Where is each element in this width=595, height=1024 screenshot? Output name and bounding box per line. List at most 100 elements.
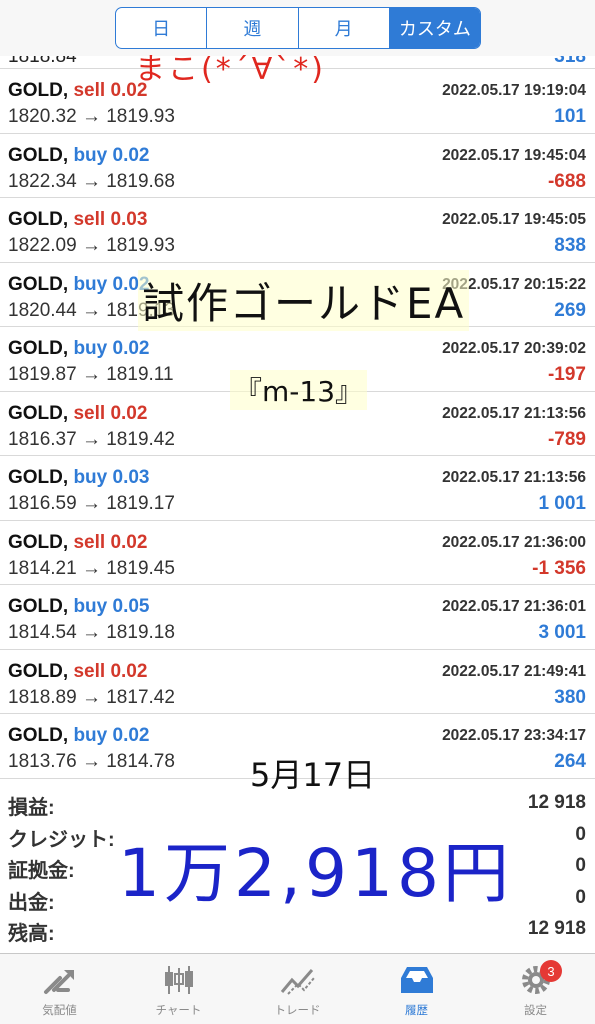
list-item[interactable]: GOLD, buy 0.05 1814.54 → 1819.18 2022.05.1… <box>0 585 595 650</box>
trade-profit: 380 <box>554 686 586 708</box>
trade-lots: 0.02 <box>112 725 150 746</box>
trade-symbol: GOLD, <box>8 531 69 553</box>
summary-row: 出金: 0 <box>0 882 595 914</box>
list-item[interactable]: GOLD, sell 0.02 1816.37 → 1819.42 2022.05.… <box>0 392 595 456</box>
trade-lots: 0.02 <box>110 402 148 424</box>
trade-lots: 0.02 <box>112 338 150 359</box>
trade-profit: -197 <box>547 364 586 385</box>
list-item[interactable]: GOLD, buy 0.03 1816.59 → 1819.17 2022.05.1… <box>0 456 595 521</box>
trade-time: 2022.05.17 21:13:56 <box>442 469 586 486</box>
tab-trade-label: トレード <box>274 1005 321 1017</box>
summary-label: 残高: <box>8 923 55 945</box>
period-segmented-control: 日週月カスタム <box>115 7 481 49</box>
history-list[interactable]: 1818.84 318 GOLD, sell 0.02 1820.32 → 181… <box>0 56 595 779</box>
summary-row: 損益: 12 918 <box>0 787 595 819</box>
segment-tab-3[interactable]: カスタム <box>389 8 480 48</box>
list-item[interactable]: GOLD, sell 0.02 1818.89 → 1817.42 2022.05.… <box>0 650 595 714</box>
trade-prices: 1819.87 → 1819.11 <box>8 364 174 385</box>
tab-history[interactable]: 履歴 <box>357 954 476 1024</box>
trade-time: 2022.05.17 21:49:41 <box>442 662 586 680</box>
trade-title: GOLD, sell 0.02 <box>8 80 147 102</box>
trade-symbol: GOLD, <box>8 467 69 488</box>
trade-prices: 1814.21 → 1819.45 <box>8 557 175 579</box>
bottom-tab-bar: 気配値 チャート トレード 履歴 3 設定 <box>0 953 595 1024</box>
trade-title: GOLD, buy 0.02 <box>8 145 150 167</box>
trade-title: GOLD, sell 0.03 <box>8 209 147 231</box>
tab-history-label: 履歴 <box>405 1005 428 1017</box>
trade-direction: sell <box>73 80 106 101</box>
trade-title: GOLD, buy 0.05 <box>8 596 150 618</box>
list-item[interactable]: GOLD, buy 0.02 1820.44 → 1819.13 2022.05.1… <box>0 263 595 327</box>
trade-prices: 1814.54 → 1819.18 <box>8 622 175 643</box>
trade-profit: 838 <box>554 235 586 256</box>
trade-lots: 0.02 <box>110 660 148 682</box>
trade-time: 2022.05.17 20:39:02 <box>442 340 586 357</box>
list-item[interactable]: GOLD, buy 0.02 1822.34 → 1819.68 2022.05.1… <box>0 134 595 198</box>
trade-title: GOLD, sell 0.02 <box>8 532 147 554</box>
trade-profit: 1 001 <box>538 493 586 514</box>
partial-profit: 318 <box>554 56 586 67</box>
segment-tab-2[interactable]: 月 <box>299 8 390 48</box>
trade-time: 2022.05.17 21:13:56 <box>442 404 586 422</box>
trade-lots: 0.03 <box>110 209 148 230</box>
history-icon <box>400 967 433 993</box>
summary-row: 残高: 12 918 <box>0 913 595 945</box>
trade-profit: -789 <box>547 428 586 450</box>
list-item[interactable]: GOLD, sell 0.03 1822.09 → 1819.93 2022.05.… <box>0 198 595 263</box>
tab-trade[interactable]: トレード <box>238 954 357 1024</box>
list-item[interactable]: GOLD, sell 0.02 1820.32 → 1819.93 2022.05.… <box>0 69 595 134</box>
trade-time: 2022.05.17 20:15:22 <box>442 275 586 293</box>
trade-time: 2022.05.17 21:36:01 <box>442 598 586 615</box>
trade-time: 2022.05.17 21:36:00 <box>442 533 586 551</box>
trade-symbol: GOLD, <box>8 144 69 166</box>
segment-tab-0[interactable]: 日 <box>116 8 208 48</box>
trade-profit: 264 <box>554 751 586 772</box>
trade-direction: sell <box>73 531 106 553</box>
summary-value: 0 <box>575 823 586 845</box>
segment-tab-1[interactable]: 週 <box>207 8 299 48</box>
summary-row: 証拠金: 0 <box>0 850 595 882</box>
summary-label: 証拠金: <box>8 860 75 882</box>
trade-time: 2022.05.17 23:34:17 <box>442 727 586 744</box>
trade-lots: 0.02 <box>110 80 148 101</box>
trade-lots: 0.02 <box>112 273 150 295</box>
trade-prices: 1818.89 → 1817.42 <box>8 686 175 708</box>
trade-prices: 1813.76 → 1814.78 <box>8 751 175 772</box>
trade-profit: -688 <box>547 170 586 192</box>
trade-lots: 0.03 <box>112 467 150 488</box>
top-bar: 日週月カスタム <box>0 0 595 56</box>
summary-row: クレジット: 0 <box>0 819 595 851</box>
trade-symbol: GOLD, <box>8 80 69 101</box>
trade-time: 2022.05.17 19:19:04 <box>442 82 586 99</box>
list-item[interactable]: GOLD, buy 0.02 1813.76 → 1814.78 2022.05.1… <box>0 714 595 779</box>
partial-prices: 1818.84 <box>8 56 77 67</box>
trade-lots: 0.02 <box>112 144 150 166</box>
trade-title: GOLD, buy 0.02 <box>8 338 150 360</box>
tab-settings-label: 設定 <box>524 1005 547 1017</box>
settings-badge: 3 <box>540 960 562 982</box>
trade-prices: 1822.34 → 1819.68 <box>8 170 175 192</box>
tab-quotes[interactable]: 気配値 <box>0 954 119 1024</box>
list-item[interactable]: GOLD, sell 0.02 1814.21 → 1819.45 2022.05.… <box>0 521 595 585</box>
summary-label: 損益: <box>8 797 55 819</box>
trade-title: GOLD, sell 0.02 <box>8 661 147 683</box>
trade-prices: 1816.37 → 1819.42 <box>8 428 175 450</box>
trade-symbol: GOLD, <box>8 596 69 617</box>
summary-value: 12 918 <box>527 918 586 939</box>
trade-title: GOLD, buy 0.02 <box>8 725 150 747</box>
summary-value: 0 <box>575 886 586 908</box>
trade-symbol: GOLD, <box>8 209 69 230</box>
trade-prices: 1816.59 → 1819.17 <box>8 493 175 514</box>
tab-chart-label: チャート <box>155 1005 202 1017</box>
tab-settings[interactable]: 3 設定 <box>476 954 595 1024</box>
summary-label: クレジット: <box>8 828 115 851</box>
account-summary: 損益: 12 918 クレジット: 0 証拠金: 0 出金: 0 残高: 12 918 <box>0 787 595 945</box>
list-item-partial[interactable]: 1818.84 318 <box>0 56 595 69</box>
quotes-icon <box>43 970 74 994</box>
list-item[interactable]: GOLD, buy 0.02 1819.87 → 1819.11 2022.05.1… <box>0 327 595 392</box>
tab-chart[interactable]: チャート <box>119 954 238 1024</box>
tab-quotes-label: 気配値 <box>42 1005 77 1017</box>
trade-direction: buy <box>73 273 108 295</box>
trade-direction: sell <box>73 660 106 682</box>
summary-value: 0 <box>575 855 586 876</box>
